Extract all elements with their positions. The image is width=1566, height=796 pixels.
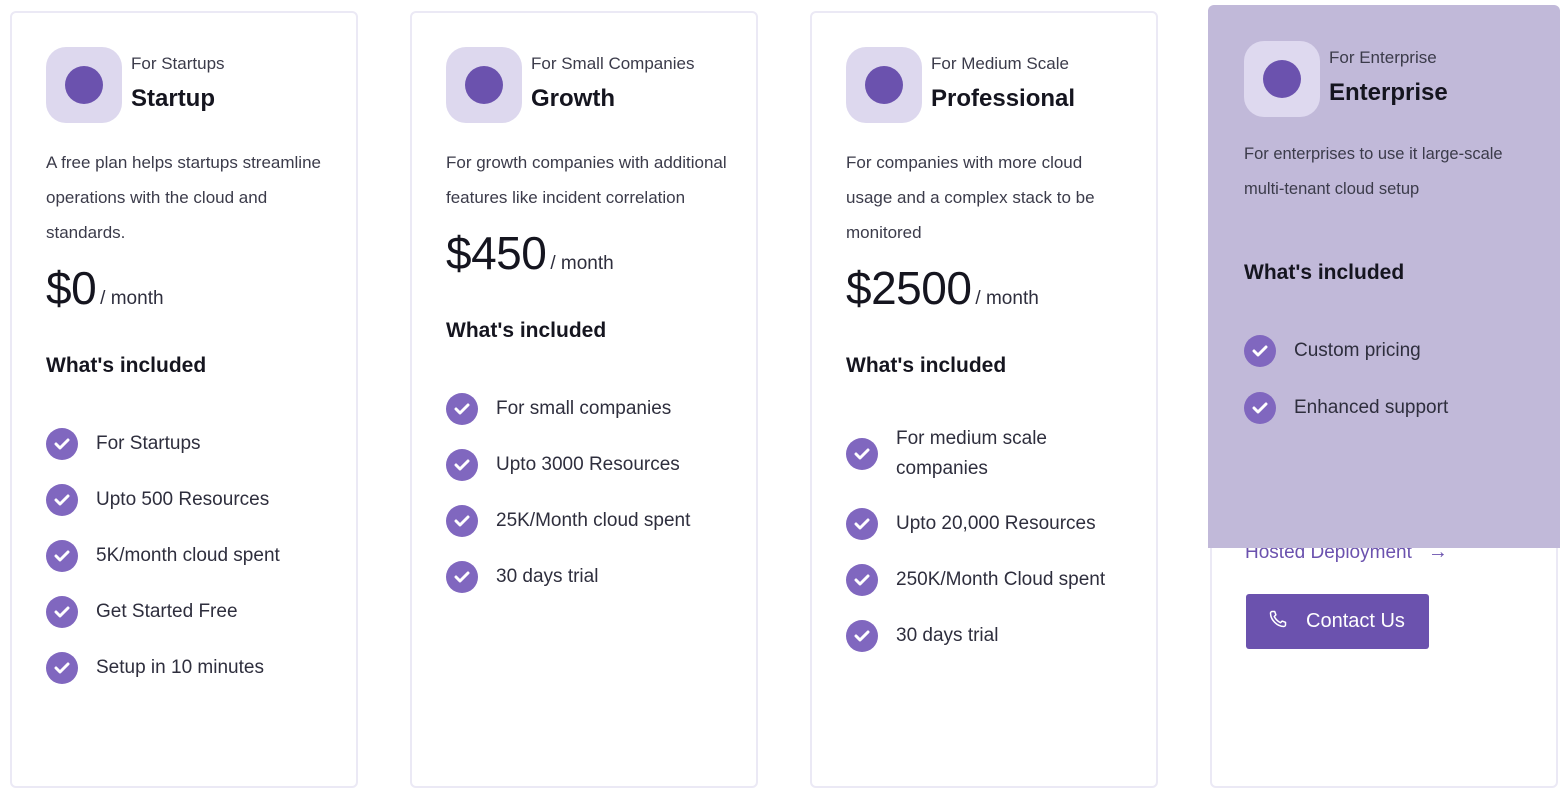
price-row: $2500 / month — [846, 260, 1136, 316]
price-period: / month — [550, 253, 614, 274]
plan-name: Professional — [931, 85, 1076, 112]
contact-us-button[interactable]: Contact Us — [1246, 594, 1429, 649]
check-icon — [446, 561, 478, 593]
feature-item: 5K/month cloud spent — [46, 540, 336, 572]
price-period: / month — [100, 288, 164, 309]
feature-label: Upto 500 Resources — [96, 489, 270, 510]
included-heading: What's included — [846, 354, 1007, 377]
feature-label: 30 days trial — [896, 625, 999, 646]
enterprise-highlight: For Enterprise Enterprise For enterprise… — [1208, 5, 1560, 548]
feature-item: Custom pricing — [1244, 335, 1540, 367]
feature-label: For small companies — [496, 398, 672, 419]
feature-item: 30 days trial — [846, 620, 1136, 652]
plan-description: For enterprises to use it large-scale mu… — [1244, 145, 1503, 198]
check-icon — [46, 652, 78, 684]
feature-item: Enhanced support — [1244, 392, 1540, 424]
check-icon — [846, 620, 878, 652]
price-row: $0 / month — [46, 260, 336, 316]
feature-item: 25K/Month cloud spent — [446, 505, 736, 537]
check-icon — [46, 540, 78, 572]
plan-price: $450 — [446, 227, 547, 279]
included-heading: What's included — [46, 354, 207, 377]
feature-item: Get Started Free — [46, 596, 336, 628]
feature-item: For small companies — [446, 393, 736, 425]
plan-name: Startup — [131, 85, 215, 112]
feature-item: 30 days trial — [446, 561, 736, 593]
plan-icon — [1244, 41, 1320, 117]
feature-item: For medium scale companies — [846, 424, 1136, 484]
feature-label: Setup in 10 minutes — [96, 657, 264, 678]
feature-list: For medium scale companies Upto 20,000 R… — [846, 424, 1136, 652]
phone-icon — [1268, 609, 1288, 635]
circle-icon — [1263, 60, 1301, 98]
price-row: $450 / month — [446, 225, 736, 281]
plan-card-startup: For Startups Startup A free plan helps s… — [10, 11, 358, 788]
feature-label: Enhanced support — [1294, 397, 1449, 418]
feature-list: For Startups Upto 500 Resources 5K/month… — [46, 428, 336, 684]
plan-description: For companies with more cloud usage and … — [846, 153, 1095, 242]
feature-list: For small companies Upto 3000 Resources … — [446, 393, 736, 593]
feature-label: Custom pricing — [1294, 340, 1421, 361]
feature-label: Upto 3000 Resources — [496, 454, 680, 475]
plan-description: A free plan helps startups streamline op… — [46, 153, 321, 242]
plan-tagline: For Startups — [131, 54, 225, 73]
plan-name: Enterprise — [1329, 79, 1448, 106]
feature-label: Upto 20,000 Resources — [896, 513, 1096, 534]
check-icon — [446, 393, 478, 425]
check-icon — [46, 596, 78, 628]
plan-name: Growth — [531, 85, 615, 112]
price-period: / month — [975, 288, 1039, 309]
plan-tagline: For Medium Scale — [931, 54, 1069, 73]
plan-price: $2500 — [846, 262, 972, 314]
plan-card-professional: For Medium Scale Professional For compan… — [810, 11, 1158, 788]
feature-label: 30 days trial — [496, 566, 599, 587]
feature-label: 250K/Month Cloud spent — [896, 569, 1106, 590]
circle-icon — [65, 66, 103, 104]
check-icon — [1244, 392, 1276, 424]
feature-label: 25K/Month cloud spent — [496, 510, 691, 531]
feature-item: Upto 20,000 Resources — [846, 508, 1136, 540]
feature-item: Upto 500 Resources — [46, 484, 336, 516]
plan-icon — [46, 47, 122, 123]
feature-item: Setup in 10 minutes — [46, 652, 336, 684]
check-icon — [446, 505, 478, 537]
plan-icon — [446, 47, 522, 123]
check-icon — [846, 564, 878, 596]
circle-icon — [865, 66, 903, 104]
check-icon — [1244, 335, 1276, 367]
feature-item: Upto 3000 Resources — [446, 449, 736, 481]
feature-item: For Startups — [46, 428, 336, 460]
feature-label: 5K/month cloud spent — [96, 545, 280, 566]
feature-label: Get Started Free — [96, 601, 238, 622]
plan-tagline: For Enterprise — [1329, 48, 1437, 67]
check-icon — [46, 428, 78, 460]
plan-price: $0 — [46, 262, 97, 314]
circle-icon — [465, 66, 503, 104]
check-icon — [446, 449, 478, 481]
plan-description: For growth companies with additional fea… — [446, 153, 727, 207]
contact-us-label: Contact Us — [1306, 610, 1405, 632]
check-icon — [846, 438, 878, 470]
included-heading: What's included — [446, 319, 607, 342]
feature-label: For Startups — [96, 433, 201, 454]
check-icon — [846, 508, 878, 540]
feature-label: For medium scale companies — [896, 428, 1047, 479]
check-icon — [46, 484, 78, 516]
plan-tagline: For Small Companies — [531, 54, 695, 73]
included-heading: What's included — [1244, 261, 1405, 284]
plan-icon — [846, 47, 922, 123]
plan-card-growth: For Small Companies Growth For growth co… — [410, 11, 758, 788]
feature-item: 250K/Month Cloud spent — [846, 564, 1136, 596]
feature-list: Custom pricing Enhanced support — [1244, 335, 1540, 424]
